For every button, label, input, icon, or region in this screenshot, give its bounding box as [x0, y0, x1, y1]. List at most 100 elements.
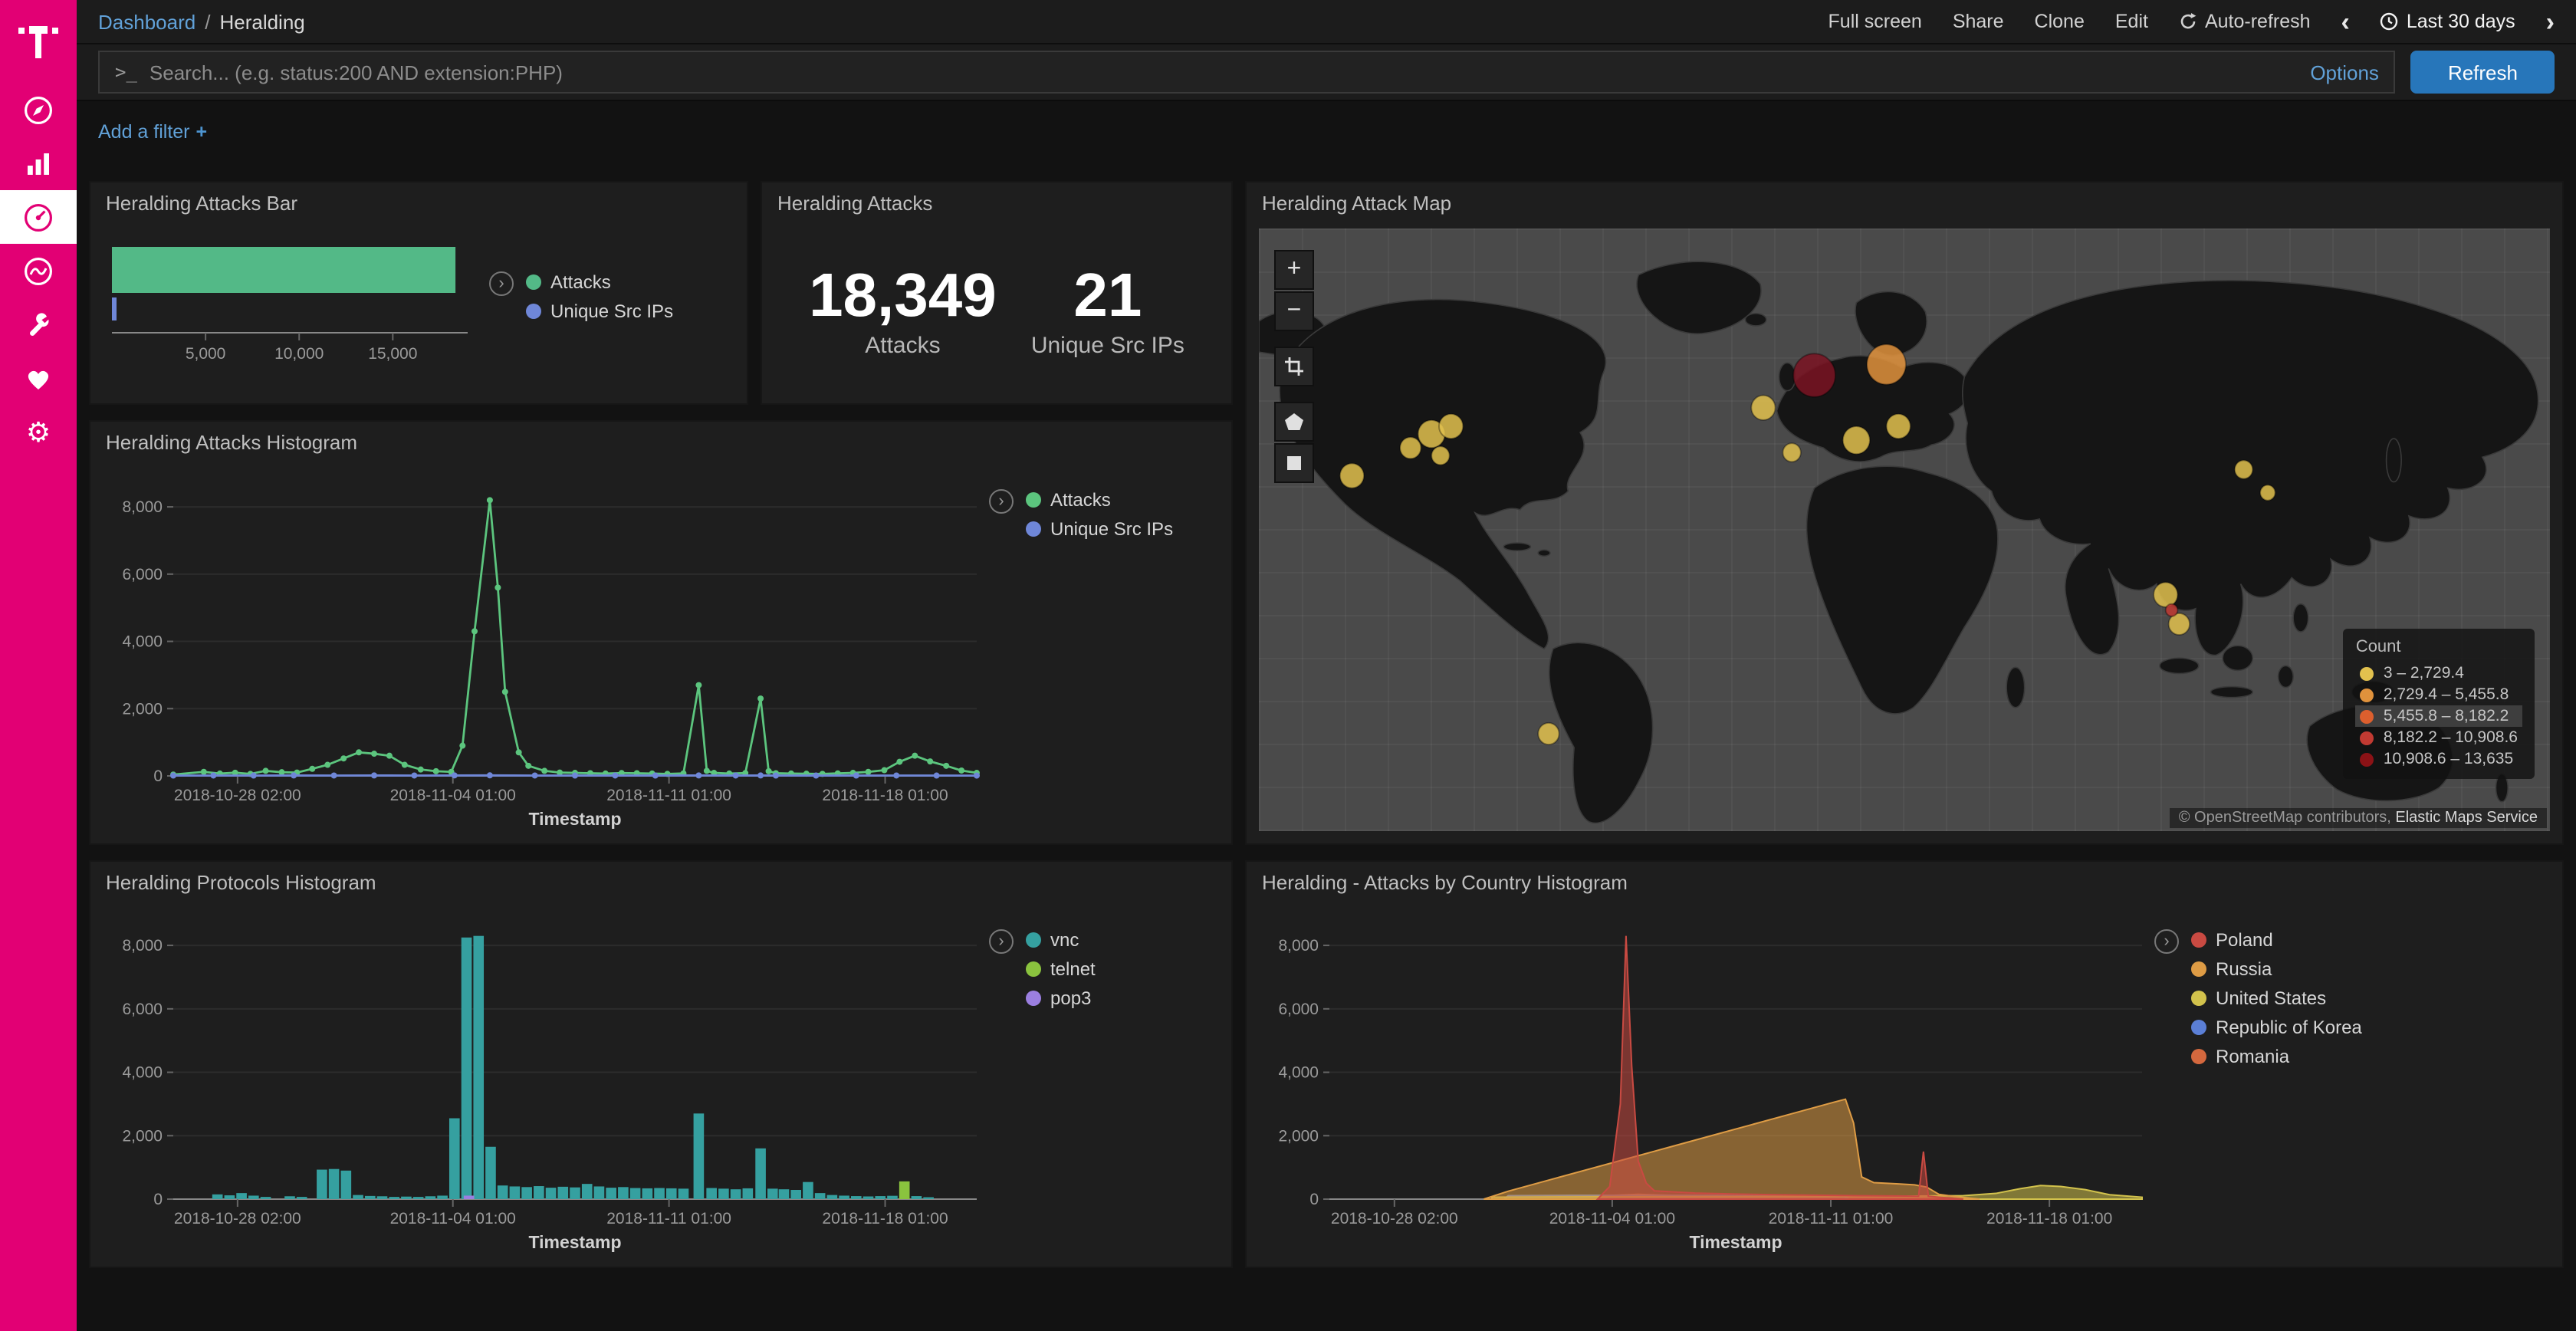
sidebar-item-dashboard[interactable] — [0, 190, 77, 244]
full-screen-button[interactable]: Full screen — [1829, 11, 1922, 32]
panel-title: Heralding Protocols Histogram — [106, 871, 376, 894]
map-legend-range[interactable]: 8,182.2 – 10,908.6 — [2356, 727, 2522, 748]
svg-text:4,000: 4,000 — [1278, 1064, 1319, 1082]
top-nav-bar: Dashboard / Heralding Full screen Share … — [77, 0, 2576, 44]
sidebar-item-monitoring[interactable] — [0, 351, 77, 405]
panel-heralding-attacks-metric: Heralding Attacks 18,349 Attacks 21 Uniq… — [761, 181, 1233, 405]
clone-button[interactable]: Clone — [2035, 11, 2085, 32]
plus-icon: + — [196, 121, 208, 143]
map-legend-dot-icon — [2361, 709, 2374, 723]
polygon-select-button[interactable] — [1274, 402, 1314, 442]
legend-item[interactable]: Attacks — [1026, 489, 1173, 511]
map-legend-range[interactable]: 10,908.6 – 13,635 — [2356, 748, 2522, 770]
time-forward-chevron[interactable]: › — [2546, 8, 2555, 35]
map-legend-range[interactable]: 5,455.8 – 8,182.2 — [2356, 705, 2522, 727]
attack-location-marker[interactable] — [2154, 583, 2177, 607]
auto-refresh-button[interactable]: Auto-refresh — [2179, 11, 2311, 32]
legend-toggle-icon[interactable]: › — [2154, 929, 2179, 954]
map-legend-dot-icon — [2361, 666, 2374, 680]
map-legend-range[interactable]: 3 – 2,729.4 — [2356, 662, 2522, 684]
svg-text:0: 0 — [1309, 1191, 1319, 1208]
panel-heralding-attack-map: Heralding Attack Map — [1245, 181, 2564, 845]
attack-map[interactable]: + − — [1259, 228, 2550, 831]
legend-item[interactable]: Poland — [2191, 929, 2362, 951]
attack-location-marker[interactable] — [1538, 723, 1559, 744]
legend-item[interactable]: Attacks — [526, 271, 673, 293]
svg-text:2018-11-11 01:00: 2018-11-11 01:00 — [606, 1210, 731, 1227]
legend-item[interactable]: Russia — [2191, 958, 2362, 980]
legend-dot-icon — [1026, 521, 1041, 537]
share-button[interactable]: Share — [1953, 11, 2004, 32]
legend-item[interactable]: United States — [2191, 988, 2362, 1009]
legend-item[interactable]: vnc — [1026, 929, 1096, 951]
panel-title: Heralding Attacks — [777, 192, 932, 215]
attack-location-marker[interactable] — [1793, 353, 1835, 396]
time-range-picker[interactable]: Last 30 days — [2380, 11, 2515, 32]
svg-text:0: 0 — [153, 767, 163, 785]
legend-item[interactable]: Unique Src IPs — [526, 301, 673, 322]
attack-location-marker[interactable] — [1439, 414, 1463, 439]
country-histogram-chart[interactable]: 02,0004,0006,0008,0002018-10-28 02:00201… — [1259, 905, 2154, 1260]
metric-label: Unique Src IPs — [1031, 333, 1184, 359]
attacks-bar-chart[interactable]: 5,00010,00015,000 — [103, 232, 489, 397]
options-link[interactable]: Options — [2310, 61, 2379, 84]
rectangle-select-button[interactable] — [1274, 443, 1314, 483]
breadcrumb-dashboard-link[interactable]: Dashboard — [98, 10, 196, 33]
sidebar-item-timelion[interactable] — [0, 244, 77, 297]
attack-location-marker[interactable] — [1400, 437, 1421, 458]
legend-dot-icon — [1026, 961, 1041, 977]
legend-dot-icon — [1026, 492, 1041, 508]
sidebar-item-dev-tools[interactable] — [0, 297, 77, 351]
metric-label: Attacks — [809, 333, 997, 359]
protocols-histogram-chart[interactable]: 02,0004,0006,0008,0002018-10-28 02:00201… — [103, 905, 989, 1260]
legend-toggle-icon[interactable]: › — [489, 271, 514, 296]
zoom-out-button[interactable]: − — [1274, 291, 1314, 331]
zoom-in-button[interactable]: + — [1274, 250, 1314, 290]
svg-text:2018-10-28 02:00: 2018-10-28 02:00 — [174, 787, 301, 804]
svg-text:6,000: 6,000 — [122, 1001, 163, 1018]
attack-location-marker[interactable] — [1783, 443, 1800, 462]
legend-toggle-icon[interactable]: › — [989, 929, 1014, 954]
legend-item[interactable]: Republic of Korea — [2191, 1017, 2362, 1038]
svg-text:Timestamp: Timestamp — [1689, 1232, 1782, 1252]
legend-dot-icon — [526, 304, 541, 319]
bar-chart-icon — [21, 146, 55, 180]
legend-item[interactable]: telnet — [1026, 958, 1096, 980]
edit-button[interactable]: Edit — [2115, 11, 2148, 32]
attack-location-marker[interactable] — [1340, 463, 1364, 488]
attack-location-marker[interactable] — [1843, 426, 1870, 454]
sidebar-item-discover[interactable] — [0, 83, 77, 136]
sidebar-item-management[interactable]: ⚙ — [0, 405, 77, 458]
attack-location-marker[interactable] — [1431, 446, 1449, 465]
attack-location-marker[interactable] — [1867, 344, 1906, 384]
svg-text:2018-11-04 01:00: 2018-11-04 01:00 — [390, 787, 516, 804]
fit-data-bounds-button[interactable] — [1274, 347, 1314, 386]
legend-item[interactable]: pop3 — [1026, 988, 1096, 1009]
breadcrumb: Dashboard / Heralding — [98, 10, 305, 33]
attack-location-marker[interactable] — [2166, 604, 2178, 616]
map-legend-range[interactable]: 2,729.4 – 5,455.8 — [2356, 684, 2522, 705]
sidebar-item-visualize[interactable] — [0, 136, 77, 190]
attack-location-marker[interactable] — [1751, 396, 1775, 420]
add-filter-link[interactable]: Add a filter+ — [98, 121, 207, 143]
attacks-histogram-chart[interactable]: 02,0004,0006,0008,0002018-10-28 02:00201… — [103, 465, 989, 837]
legend-item[interactable]: Romania — [2191, 1046, 2362, 1067]
sidebar: ⚙ — [0, 0, 77, 1331]
telekom-logo[interactable] — [0, 0, 77, 83]
svg-text:10,000: 10,000 — [274, 345, 324, 363]
attack-location-marker[interactable] — [2235, 460, 2252, 478]
attack-location-marker[interactable] — [2260, 485, 2275, 501]
clock-icon — [2380, 12, 2399, 31]
breadcrumb-current: Heralding — [219, 10, 304, 33]
svg-text:2018-11-04 01:00: 2018-11-04 01:00 — [390, 1210, 516, 1227]
legend-item[interactable]: Unique Src IPs — [1026, 518, 1173, 540]
refresh-button[interactable]: Refresh — [2411, 51, 2555, 94]
legend-toggle-icon[interactable]: › — [989, 489, 1014, 514]
panel-title: Heralding - Attacks by Country Histogram — [1262, 871, 1628, 894]
attack-location-marker[interactable] — [1887, 414, 1911, 439]
legend-dot-icon — [1026, 932, 1041, 948]
search-input[interactable] — [150, 61, 2298, 84]
legend-dot-icon — [526, 274, 541, 290]
time-back-chevron[interactable]: ‹ — [2341, 8, 2350, 35]
panel-title: Heralding Attacks Histogram — [106, 431, 357, 454]
